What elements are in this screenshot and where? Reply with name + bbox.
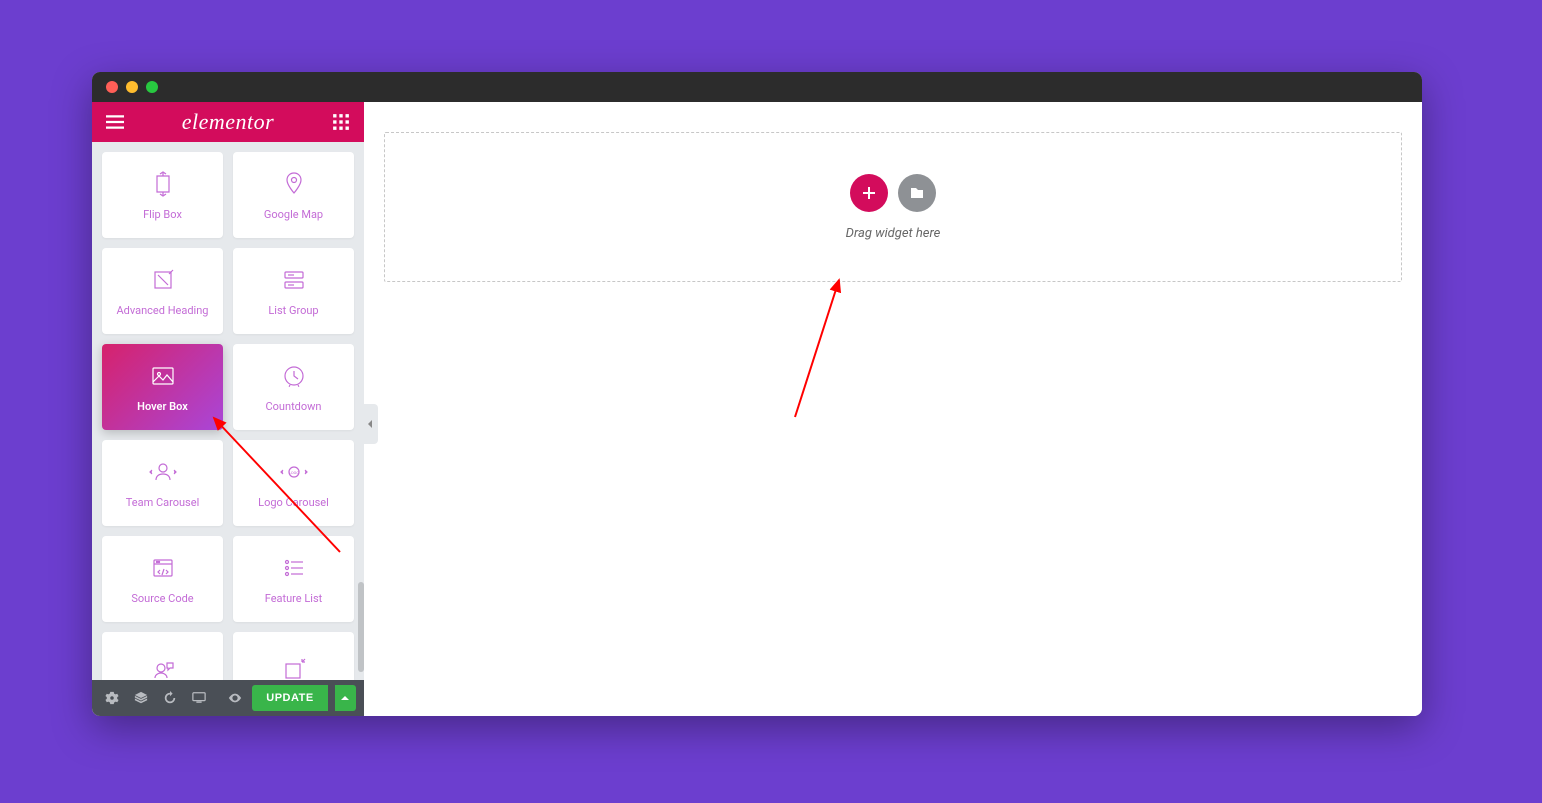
window-minimize-dot[interactable] xyxy=(126,81,138,93)
widget-label: Feature List xyxy=(265,592,323,605)
map-pin-icon xyxy=(280,170,308,198)
flip-box-icon xyxy=(149,170,177,198)
widgets-grid: Flip Box Google Map Advanced Heading List G… xyxy=(102,152,354,680)
update-dropdown[interactable] xyxy=(335,685,356,711)
app-logo: elementor xyxy=(124,109,332,135)
window-close-dot[interactable] xyxy=(106,81,118,93)
widget-label: List Group xyxy=(268,304,318,317)
widget-label: Source Code xyxy=(131,592,193,605)
app-logo-text: elementor xyxy=(182,109,274,134)
menu-button[interactable] xyxy=(106,113,124,131)
collapse-panel-button[interactable] xyxy=(364,404,378,444)
widget-team-carousel[interactable]: Team Carousel xyxy=(102,440,223,526)
update-button[interactable]: UPDATE xyxy=(252,685,327,711)
user-carousel-icon xyxy=(149,458,177,486)
widget-label: Countdown xyxy=(266,400,322,413)
widget-label: Flip Box xyxy=(143,208,182,221)
widget-feature-list[interactable]: Feature List xyxy=(233,536,354,622)
panel-header: elementor xyxy=(92,102,364,142)
widget-source-code[interactable]: Source Code xyxy=(102,536,223,622)
navigator-button[interactable] xyxy=(129,686,152,710)
widget-advanced-heading[interactable]: Advanced Heading xyxy=(102,248,223,334)
code-icon xyxy=(149,554,177,582)
responsive-button[interactable] xyxy=(188,686,211,710)
widgets-scroll[interactable]: Flip Box Google Map Advanced Heading List G… xyxy=(92,142,364,680)
feature-list-icon xyxy=(280,554,308,582)
app-content: elementor Flip Box Google Map Advanced Hea… xyxy=(92,102,1422,716)
dropzone-label: Drag widget here xyxy=(846,226,941,241)
widget-countdown[interactable]: Countdown xyxy=(233,344,354,430)
widget-label: Google Map xyxy=(264,208,323,221)
svg-text:LOGO: LOGO xyxy=(288,470,299,475)
testimonial-icon xyxy=(149,656,177,680)
app-window: elementor Flip Box Google Map Advanced Hea… xyxy=(92,72,1422,716)
logo-carousel-icon: LOGO xyxy=(280,458,308,486)
widget-flip-box[interactable]: Flip Box xyxy=(102,152,223,238)
section-dropzone[interactable]: Drag widget here xyxy=(384,132,1402,282)
preview-button[interactable] xyxy=(223,686,246,710)
heading-arrow-icon xyxy=(280,656,308,680)
widgets-panel: elementor Flip Box Google Map Advanced Hea… xyxy=(92,102,364,716)
editor-canvas: Drag widget here xyxy=(364,102,1422,716)
image-box-icon xyxy=(149,362,177,390)
widget-label: Hover Box xyxy=(137,400,188,413)
add-template-button[interactable] xyxy=(898,174,936,212)
dropzone-buttons xyxy=(850,174,936,212)
widget-animated-heading[interactable] xyxy=(233,632,354,680)
widget-hover-box[interactable]: Hover Box xyxy=(102,344,223,430)
history-button[interactable] xyxy=(159,686,182,710)
heading-icon xyxy=(149,266,177,294)
widget-google-map[interactable]: Google Map xyxy=(233,152,354,238)
list-group-icon xyxy=(280,266,308,294)
widget-testimonial-carousel[interactable] xyxy=(102,632,223,680)
window-titlebar xyxy=(92,72,1422,102)
settings-button[interactable] xyxy=(100,686,123,710)
window-maximize-dot[interactable] xyxy=(146,81,158,93)
panel-footer: UPDATE xyxy=(92,680,364,716)
widget-logo-carousel[interactable]: LOGO Logo Carousel xyxy=(233,440,354,526)
widget-label: Team Carousel xyxy=(126,496,200,509)
widget-list-group[interactable]: List Group xyxy=(233,248,354,334)
clock-icon xyxy=(280,362,308,390)
widget-label: Logo Carousel xyxy=(258,496,329,509)
add-section-button[interactable] xyxy=(850,174,888,212)
widget-label: Advanced Heading xyxy=(116,304,208,317)
widgets-grid-button[interactable] xyxy=(332,113,350,131)
